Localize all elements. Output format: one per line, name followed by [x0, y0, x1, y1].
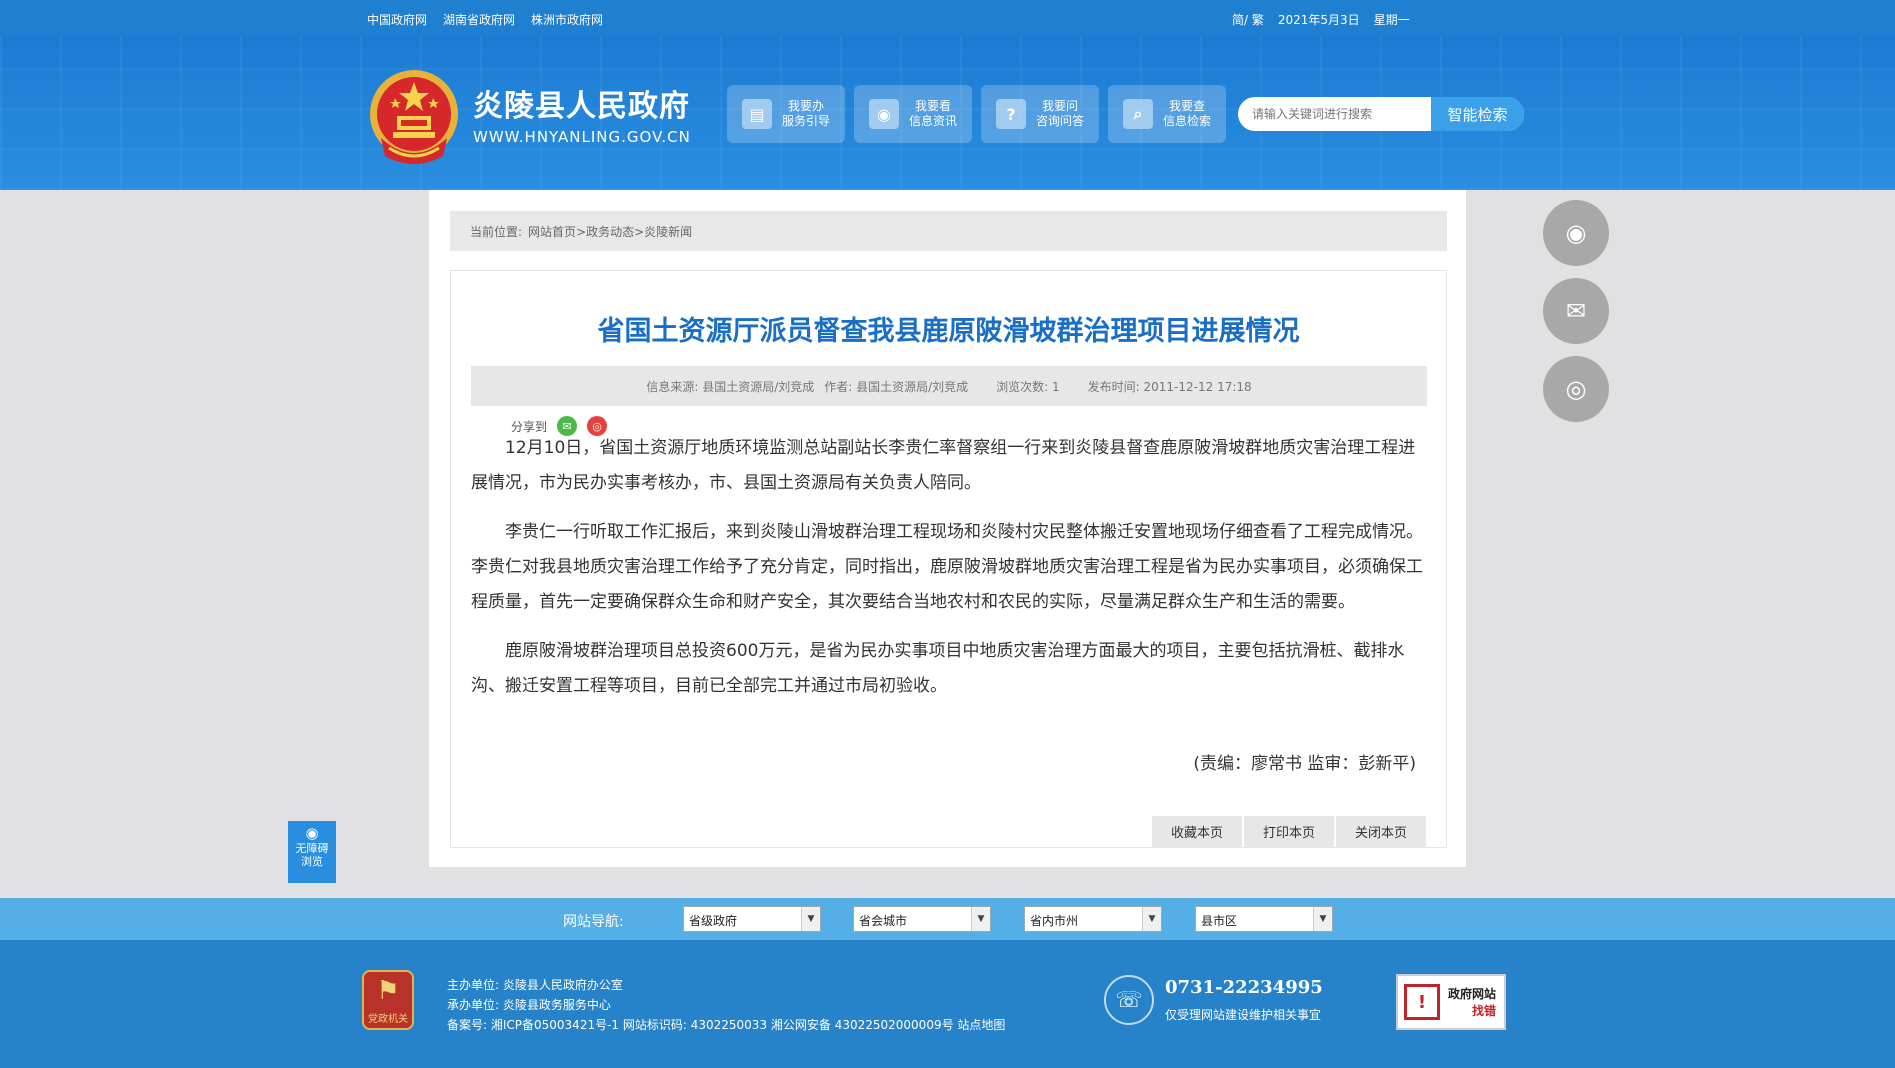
breadcrumb-gov-news[interactable]: >政务动态 [576, 223, 634, 240]
footer-host: 主办单位: 炎陵县人民政府办公室 [447, 978, 623, 992]
select-prefectures[interactable]: 省内市州 ▼ [1024, 906, 1162, 932]
site-title: 炎陵县人民政府 [473, 89, 690, 124]
error-report-icon: ! [1404, 984, 1440, 1020]
search-button[interactable]: 智能检索 [1431, 97, 1524, 131]
footer-phone-note: 仅受理网站建设维护相关事宜 [1165, 1008, 1322, 1022]
site-url: WWW.HNYANLING.GOV.CN [473, 128, 691, 146]
article-meta: 信息来源: 县国土资源局/刘竞成 作者: 县国土资源局/刘竞成 浏览次数: 1 … [471, 366, 1427, 406]
lang-switch[interactable]: 简/ 繁 [1232, 11, 1264, 28]
breadcrumb-yanling-news[interactable]: >炎陵新闻 [634, 223, 692, 240]
current-date: 2021年5月3日 [1277, 13, 1360, 27]
top-right-info: 简/ 繁 2021年5月3日 星期一 [1232, 11, 1410, 28]
search-icon: ⌕ [1123, 99, 1153, 129]
article-title: 省国土资源厅派员督查我县鹿原陂滑坡群治理项目进展情况 [597, 316, 1300, 347]
article-tools: 收藏本页 打印本页 关闭本页 [1152, 816, 1426, 847]
gov-site-error-report[interactable]: ! 政府网站 找错 [1396, 974, 1506, 1030]
quick-btn-search[interactable]: ⌕ 我要查 信息检索 [1108, 85, 1226, 143]
bookmark-button[interactable]: 收藏本页 [1152, 816, 1242, 847]
chevron-down-icon: ▼ [1142, 907, 1161, 931]
breadcrumb-label: 当前位置: [470, 224, 523, 239]
footer-record: 备案号: 湘ICP备05003421号-1 网站标识码: 4302250033 … [447, 1018, 1006, 1032]
meta-source: 信息来源: 县国土资源局/刘竞成 [646, 379, 815, 394]
link-gov-cn[interactable]: 中国政府网 [367, 11, 427, 28]
link-zhuzhou-gov[interactable]: 株洲市政府网 [531, 11, 603, 28]
eye-icon: ◉ [869, 99, 899, 129]
chevron-down-icon: ▼ [801, 907, 820, 931]
quick-btn-service[interactable]: ▤ 我要办 服务引导 [727, 85, 845, 143]
article-paragraph: 鹿原陂滑坡群治理项目总投资600万元，是省为民办实事项目中地质灾害治理方面最大的… [471, 641, 1405, 696]
quick-btn-ask[interactable]: ? 我要问 咨询问答 [981, 85, 1099, 143]
current-weekday: 星期一 [1373, 13, 1410, 27]
article-paragraph: 12月10日，省国土资源厅地质环境监测总站副站长李贵仁率督察组一行来到炎陵县督查… [471, 438, 1416, 493]
article-paragraph: 李贵仁一行听取工作汇报后，来到炎陵山滑坡群治理工程现场和炎陵村灾民整体搬迁安置地… [471, 522, 1423, 612]
link-hunan-gov[interactable]: 湖南省政府网 [443, 11, 515, 28]
national-emblem-icon[interactable] [367, 68, 461, 168]
float-weibo-icon[interactable]: ◎ [1543, 356, 1609, 422]
breadcrumb-home[interactable]: 网站首页 [528, 223, 576, 240]
close-page-button[interactable]: 关闭本页 [1336, 816, 1426, 847]
meta-views: 浏览次数: 1 [996, 379, 1060, 394]
search-input[interactable] [1238, 97, 1432, 131]
party-gov-logo[interactable]: ⚑ 党政机关 [362, 970, 414, 1030]
site-nav-label: 网站导航: [563, 914, 624, 930]
select-counties[interactable]: 县市区 ▼ [1195, 906, 1333, 932]
float-eye-icon[interactable]: ◉ [1543, 200, 1609, 266]
article-editor: (责编：廖常书 监审：彭新平) [1193, 754, 1416, 774]
footer-info: 主办单位: 炎陵县人民政府办公室 承办单位: 炎陵县政务服务中心 备案号: 湘I… [447, 975, 1005, 1035]
select-capital-cities[interactable]: 省会城市 ▼ [853, 906, 991, 932]
site-header: 炎陵县人民政府 WWW.HNYANLING.GOV.CN ▤ 我要办 服务引导 ◉… [0, 35, 1895, 190]
site-footer: ⚑ 党政机关 主办单位: 炎陵县人民政府办公室 承办单位: 炎陵县政务服务中心 … [0, 940, 1895, 1068]
eye-icon: ◉ [305, 824, 319, 842]
chevron-down-icon: ▼ [971, 907, 990, 931]
print-button[interactable]: 打印本页 [1244, 816, 1334, 847]
document-icon: ▤ [742, 99, 772, 129]
float-wechat-icon[interactable]: ✉ [1543, 278, 1609, 344]
main-content: 当前位置: 网站首页 >政务动态 >炎陵新闻 省国土资源厅派员督查我县鹿原陂滑坡… [429, 190, 1466, 867]
article: 省国土资源厅派员督查我县鹿原陂滑坡群治理项目进展情况 信息来源: 县国土资源局/… [450, 270, 1447, 848]
quick-btn-info[interactable]: ◉ 我要看 信息资讯 [854, 85, 972, 143]
top-links: 中国政府网 湖南省政府网 株洲市政府网 [367, 11, 603, 28]
meta-author: 作者: 县国土资源局/刘竞成 [824, 379, 969, 394]
phone-icon: ☏ [1104, 975, 1154, 1025]
breadcrumb: 当前位置: 网站首页 >政务动态 >炎陵新闻 [450, 211, 1447, 251]
top-utility-bar: 中国政府网 湖南省政府网 株洲市政府网 简/ 繁 2021年5月3日 星期一 [0, 0, 1895, 35]
accessibility-button[interactable]: ◉ 无障碍 浏览 [288, 821, 336, 883]
article-body: 12月10日，省国土资源厅地质环境监测总站副站长李贵仁率督察组一行来到炎陵县督查… [471, 431, 1427, 718]
footer-phone: 0731-22234995 [1165, 977, 1323, 998]
footer-organizer: 承办单位: 炎陵县政务服务中心 [447, 998, 611, 1012]
select-provincial-gov[interactable]: 省级政府 ▼ [683, 906, 821, 932]
chevron-down-icon: ▼ [1313, 907, 1332, 931]
question-icon: ? [996, 99, 1026, 129]
search-box: 智能检索 [1238, 97, 1524, 131]
meta-published: 发布时间: 2011-12-12 17:18 [1087, 379, 1252, 394]
